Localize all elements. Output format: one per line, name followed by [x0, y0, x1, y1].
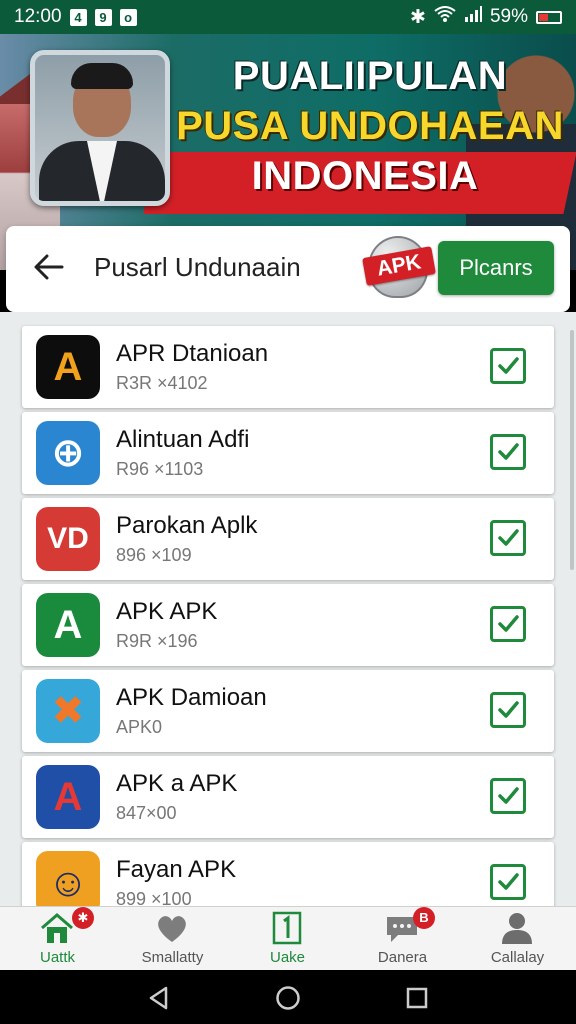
list-item[interactable]: VD Parokan Aplk 896 ×109 — [22, 498, 554, 580]
app-name: APK APK — [116, 598, 218, 625]
app-name: APR Dtanioan — [116, 340, 269, 367]
app-name: Alintuan Adfi — [116, 426, 250, 453]
app-meta: 896 ×109 — [116, 545, 192, 565]
list-item[interactable]: ✖ APK Damioan APK0 — [22, 670, 554, 752]
nav-badge: ✱ — [72, 907, 94, 929]
a-blue-icon: A — [36, 765, 100, 829]
list-item[interactable]: ⊕ Alintuan Adfi R96 ×1103 — [22, 412, 554, 494]
nav-label: Uattk — [39, 949, 75, 966]
app-meta: 899 ×100 — [116, 889, 192, 906]
profile-icon — [499, 911, 535, 945]
x-logo-icon: ✖ — [36, 679, 100, 743]
home-icon — [39, 911, 75, 945]
heart-icon — [154, 911, 190, 945]
status-bar: 12:00 4 9 o ✱ 59% — [0, 0, 576, 34]
checkbox[interactable] — [490, 692, 526, 728]
a-logo-icon: A — [36, 335, 100, 399]
bluetooth-icon: ✱ — [410, 6, 426, 28]
wifi-icon — [434, 6, 456, 28]
checkbox[interactable] — [490, 864, 526, 900]
status-right: ✱ 59% — [410, 6, 562, 29]
nav-item-favorites[interactable]: Smallatty — [115, 907, 230, 971]
nav-label: Danera — [377, 949, 428, 966]
app-name: Fayan APK — [116, 856, 237, 883]
banner-title-line3: INDONESIA — [251, 154, 479, 198]
system-nav-bar — [0, 970, 576, 1024]
list-item[interactable]: A APR Dtanioan R3R ×4102 — [22, 326, 554, 408]
nav-item-number[interactable]: Uake — [230, 907, 345, 971]
nav-label: Callalay — [490, 949, 545, 966]
bottom-nav: ✱ Uattk Smallatty Uake B Danera Callalay — [0, 906, 576, 970]
person-icon: ☺ — [36, 851, 100, 906]
nav-badge: B — [413, 907, 435, 929]
app-name: APK Damioan — [116, 684, 267, 711]
vd-logo-icon: VD — [36, 507, 100, 571]
app-meta: R3R ×4102 — [116, 373, 208, 393]
back-arrow-icon[interactable] — [32, 250, 66, 284]
portrait-image — [30, 50, 170, 206]
list-item[interactable]: ☺ Fayan APK 899 ×100 — [22, 842, 554, 906]
app-list[interactable]: A APR Dtanioan R3R ×4102 ⊕ Alintuan Adfi… — [0, 312, 576, 906]
app-meta: R9R ×196 — [116, 631, 198, 651]
notification-icon: 9 — [94, 8, 112, 26]
checkbox[interactable] — [490, 606, 526, 642]
a-green-icon: A — [36, 593, 100, 657]
app-name: APK a APK — [116, 770, 238, 797]
globe-icon: ⊕ — [36, 421, 100, 485]
app-meta: 847×00 — [116, 803, 177, 823]
header-card: Pusarl Undunaain APK Plcanrs — [6, 226, 570, 312]
back-triangle-icon[interactable] — [146, 985, 172, 1011]
scrollbar[interactable] — [570, 330, 574, 570]
app-meta: R96 ×1103 — [116, 459, 204, 479]
nav-item-chat[interactable]: B Danera — [345, 907, 460, 971]
notification-icon: o — [119, 8, 137, 26]
primary-action-button[interactable]: Plcanrs — [438, 241, 554, 295]
app-meta: APK0 — [116, 717, 163, 737]
recents-square-icon[interactable] — [404, 985, 430, 1011]
home-circle-icon[interactable] — [275, 985, 301, 1011]
checkbox[interactable] — [490, 520, 526, 556]
banner-title-line2: PUSA UNDOHAEAN — [176, 104, 564, 148]
signal-icon — [464, 6, 482, 28]
status-left: 12:00 4 9 o — [14, 6, 137, 28]
battery-icon — [536, 10, 562, 24]
app-name: Parokan Aplk — [116, 512, 258, 539]
nav-item-profile[interactable]: Callalay — [460, 907, 575, 971]
nav-item-home[interactable]: ✱ Uattk — [0, 907, 115, 971]
list-item[interactable]: A APK a APK 847×00 — [22, 756, 554, 838]
checkbox[interactable] — [490, 348, 526, 384]
checkbox[interactable] — [490, 778, 526, 814]
checkbox[interactable] — [490, 434, 526, 470]
page-title: Pusarl Undunaain — [94, 252, 301, 282]
nav-label: Uake — [269, 949, 306, 966]
nav-label: Smallatty — [141, 949, 204, 966]
banner-title-line1: PUALIIPULAN — [232, 54, 508, 98]
list-item[interactable]: A APK APK R9R ×196 — [22, 584, 554, 666]
status-time: 12:00 — [14, 6, 62, 27]
battery-percent: 59% — [489, 6, 528, 27]
apk-badge-icon: APK — [362, 234, 436, 300]
number-one-icon — [269, 911, 305, 945]
notification-icon: 4 — [69, 8, 87, 26]
